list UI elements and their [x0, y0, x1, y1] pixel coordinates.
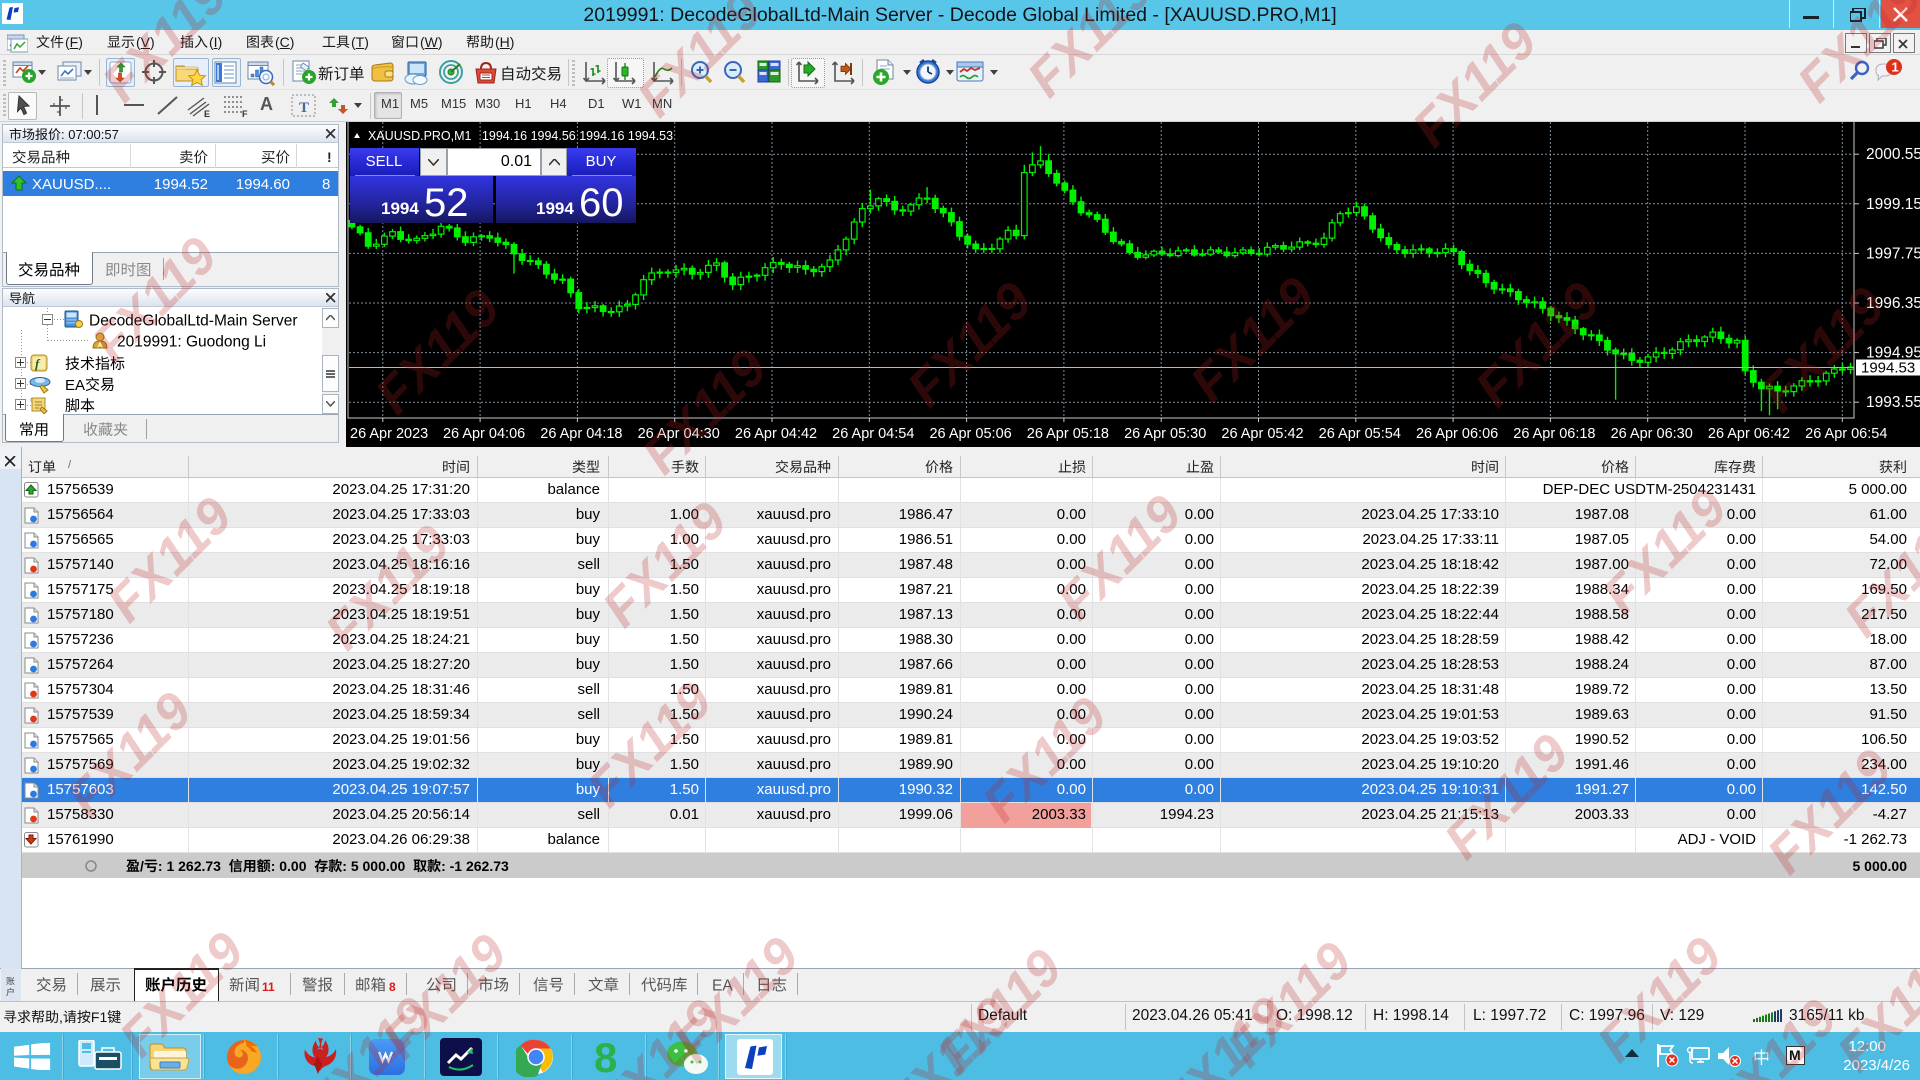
svg-text:EA: EA: [65, 377, 85, 394]
svg-text:DecodeGlobalLtd-Main Server: DecodeGlobalLtd-Main Server: [89, 312, 298, 329]
svg-text:26 Apr 04:30: 26 Apr 04:30: [638, 426, 720, 442]
svg-text:F1: F1: [91, 1009, 108, 1025]
svg-text:/: /: [140, 858, 144, 874]
svg-text:T: T: [299, 100, 309, 116]
svg-text:26 Apr 04:42: 26 Apr 04:42: [735, 426, 817, 442]
svg-text:F: F: [242, 109, 248, 118]
svg-text:26 Apr 05:30: 26 Apr 05:30: [1124, 426, 1206, 442]
svg-text:1: 1: [1892, 60, 1899, 75]
svg-text:: 1 262.73: : 1 262.73: [158, 858, 221, 874]
svg-text:2019991: Guodong Li: 2019991: Guodong Li: [117, 333, 266, 350]
svg-text:: 07:00:57: : 07:00:57: [61, 127, 119, 142]
svg-text:E: E: [204, 109, 210, 118]
svg-text:26 Apr 06:18: 26 Apr 06:18: [1513, 426, 1595, 442]
svg-text:1996.35: 1996.35: [1866, 295, 1920, 312]
svg-text:26 Apr 06:30: 26 Apr 06:30: [1611, 426, 1693, 442]
svg-text:: 0.00: : 0.00: [271, 858, 307, 874]
svg-text:26 Apr 06:42: 26 Apr 06:42: [1708, 426, 1790, 442]
svg-text:1994.53: 1994.53: [1861, 360, 1915, 377]
svg-text:26 Apr 2023: 26 Apr 2023: [350, 426, 428, 442]
svg-text:1999.15: 1999.15: [1866, 196, 1920, 213]
svg-text:: 5 000.00: : 5 000.00: [342, 858, 405, 874]
svg-text:26 Apr 04:18: 26 Apr 04:18: [540, 426, 622, 442]
svg-text:26 Apr 05:54: 26 Apr 05:54: [1319, 426, 1401, 442]
svg-text:26 Apr 05:06: 26 Apr 05:06: [929, 426, 1011, 442]
svg-text:: -1 262.73: : -1 262.73: [441, 858, 509, 874]
svg-text:1993.55: 1993.55: [1866, 394, 1920, 411]
svg-text:26 Apr 06:06: 26 Apr 06:06: [1416, 426, 1498, 442]
svg-text:26 Apr 04:06: 26 Apr 04:06: [443, 426, 525, 442]
svg-text:26 Apr 05:18: 26 Apr 05:18: [1027, 426, 1109, 442]
svg-text:2000.55: 2000.55: [1866, 146, 1920, 163]
svg-text:26 Apr 04:54: 26 Apr 04:54: [832, 426, 914, 442]
svg-text:EA: EA: [712, 977, 733, 994]
svg-text:26 Apr 05:42: 26 Apr 05:42: [1221, 426, 1303, 442]
svg-text:XAUUSD.PRO,M1 1994.16 1994.5: XAUUSD.PRO,M1 1994.16 1994.56 1994.16 19…: [368, 129, 673, 143]
svg-text:,: ,: [59, 1009, 63, 1025]
svg-text:1997.75: 1997.75: [1866, 245, 1920, 262]
svg-text:26 Apr 06:54: 26 Apr 06:54: [1805, 426, 1887, 442]
